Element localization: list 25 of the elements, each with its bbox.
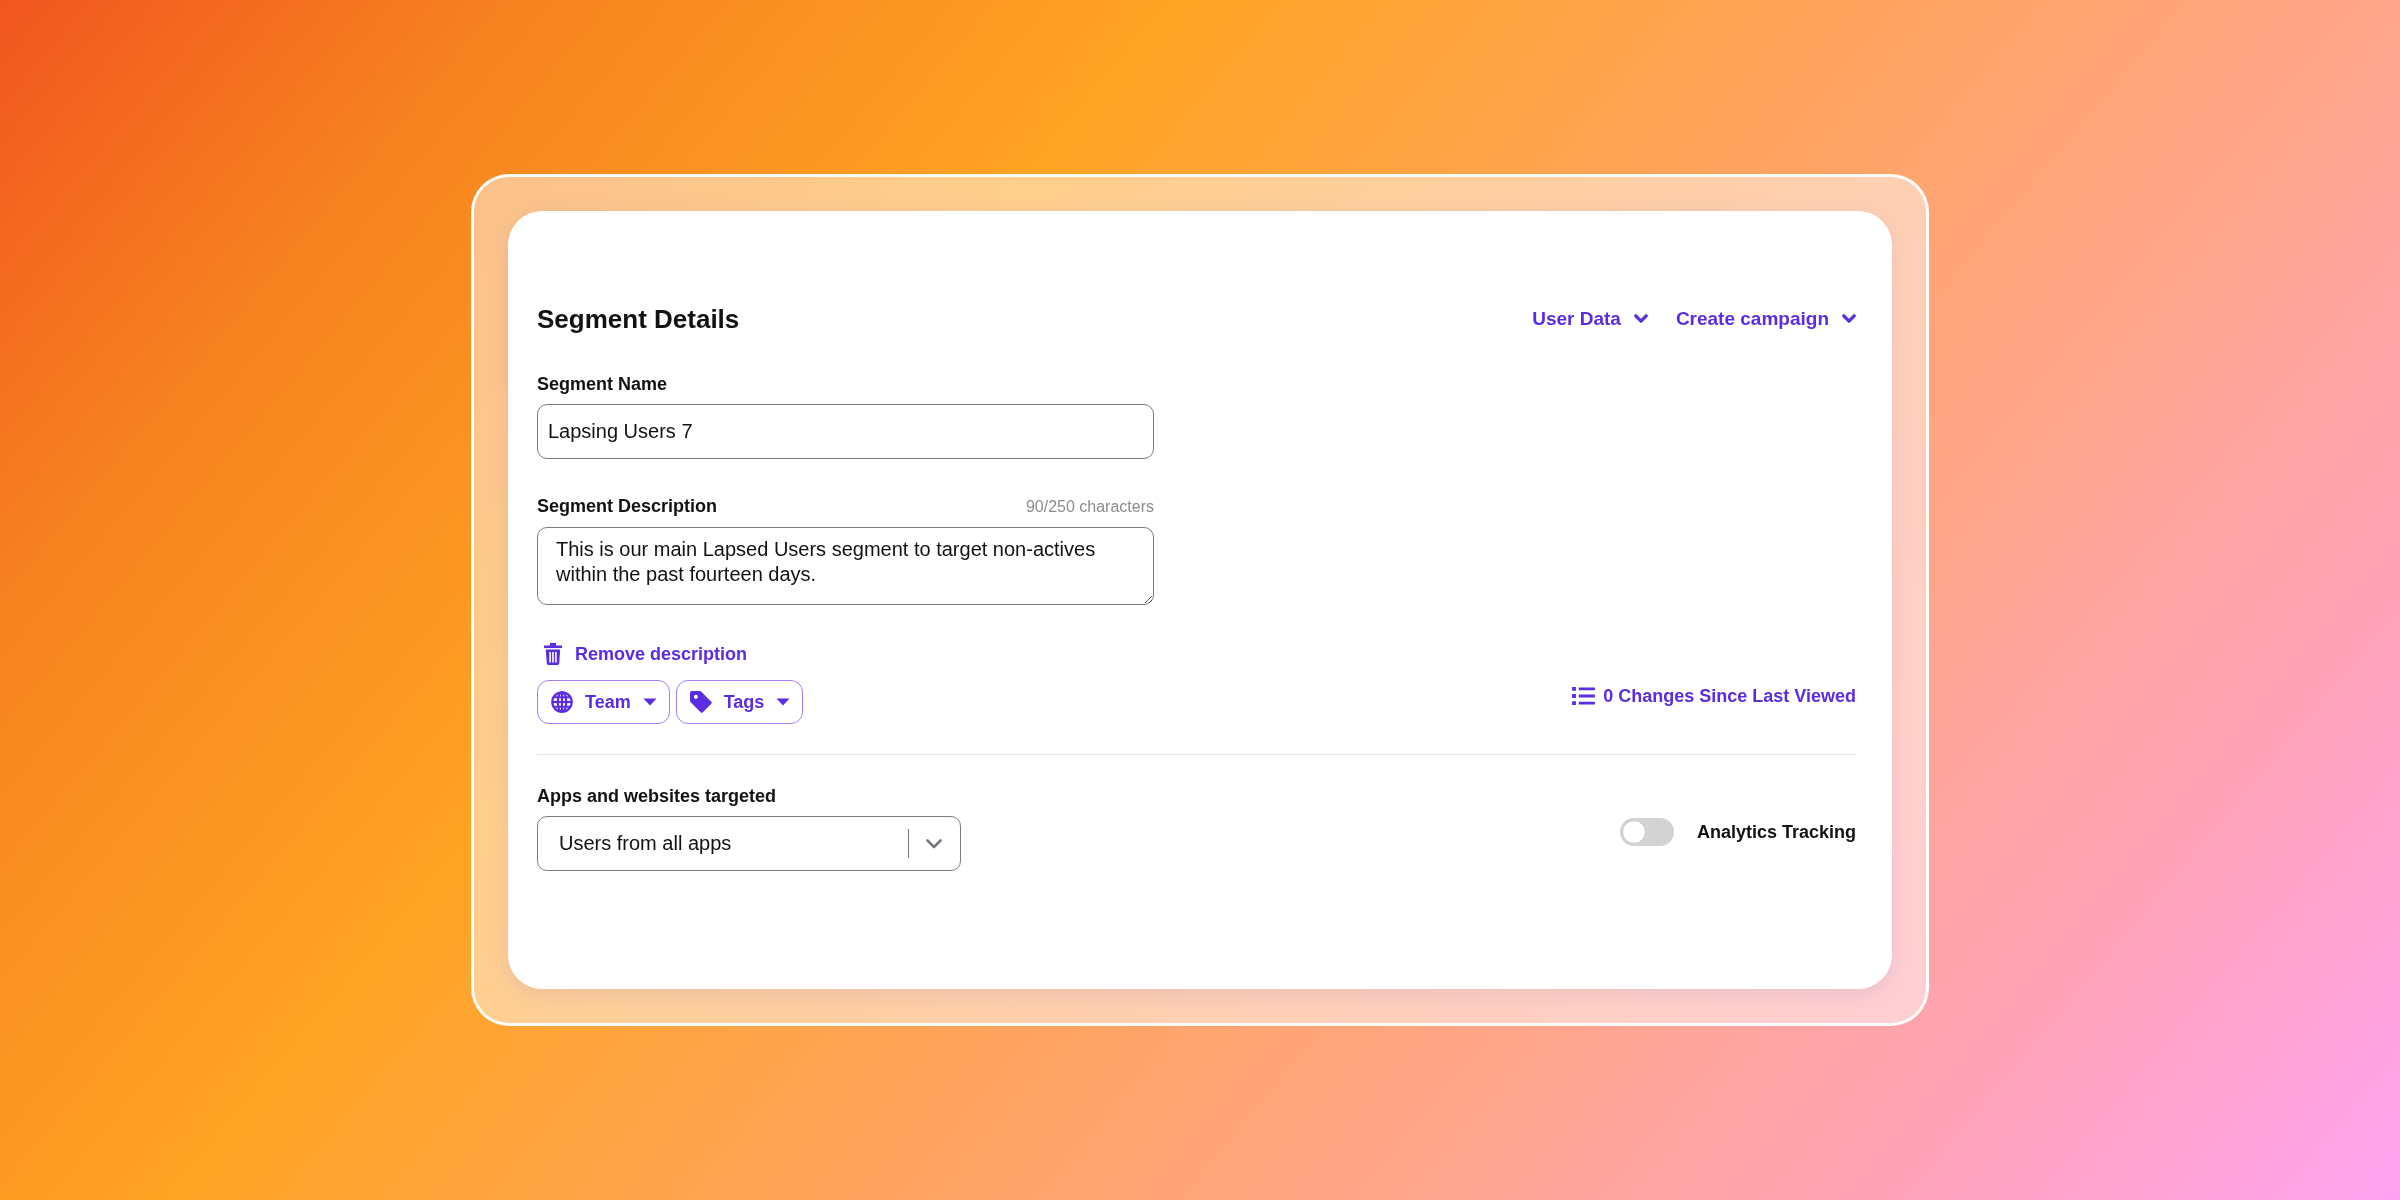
filter-dropdown-button[interactable]: Tags <box>675 680 804 724</box>
changes-link[interactable]: 0 Changes Since Last Viewed <box>1572 684 1856 708</box>
remove-description-link[interactable]: Remove description <box>537 642 748 666</box>
dropdown-menu-link[interactable]: User Data <box>1532 307 1648 331</box>
section-title: Segment Details <box>537 303 740 335</box>
list-icon <box>1572 687 1596 705</box>
character-counter: 90/250 characters <box>1025 497 1154 517</box>
description-text-area[interactable]: This is our main Lapsed Users segment to target non-actives within the past fourteen days. <box>537 527 1154 605</box>
apps-select-dropdown[interactable]: Users from all apps <box>537 816 961 871</box>
field-label: Apps and websites targeted <box>537 785 777 807</box>
globe-icon <box>551 691 573 713</box>
chevron-down-icon <box>1633 314 1648 324</box>
chevron-down-icon <box>1842 314 1856 324</box>
caret-down-icon <box>776 698 791 706</box>
trash-icon <box>543 643 563 665</box>
field-label: Segment Name <box>537 373 668 395</box>
name-input-field[interactable]: Lapsing Users 7 <box>537 404 1154 459</box>
caret-down-icon <box>642 698 657 706</box>
filter-dropdown-button[interactable]: Team <box>537 680 670 724</box>
field-label: Segment Description <box>537 495 718 517</box>
dropdown-menu-link[interactable]: Create campaign <box>1675 307 1856 331</box>
toggle-switch[interactable] <box>1619 818 1674 846</box>
toggle-label: Analytics Tracking <box>1696 821 1856 843</box>
tag-icon <box>689 691 712 713</box>
chevron-down-icon <box>926 838 942 849</box>
